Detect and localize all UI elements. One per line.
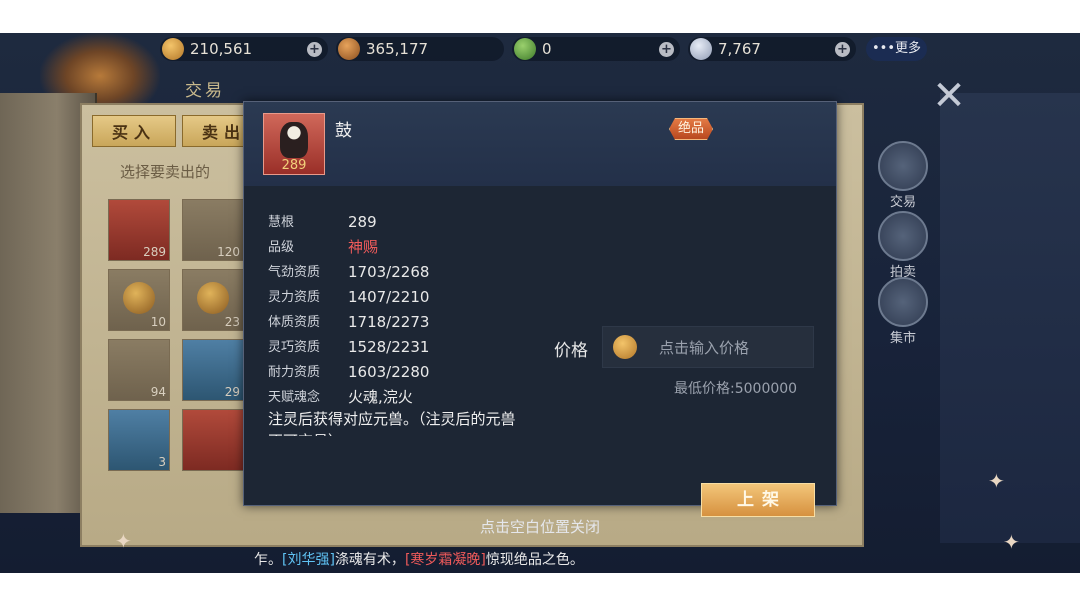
ticker-player-name[interactable]: [刘华强] — [282, 552, 335, 568]
attribute-row: 灵力资质 1407/2210 — [268, 285, 528, 310]
min-price-text: 最低价格:5000000 — [674, 381, 798, 397]
tab-buy[interactable]: 买入 — [92, 115, 176, 147]
attribute-row: 气劲资质 1703/2268 — [268, 260, 528, 285]
inventory-slot[interactable]: 120 — [182, 199, 244, 261]
resource-crystal: 7,767 + — [688, 37, 856, 61]
resource-value: 365,177 — [366, 40, 429, 58]
sell-hint: 选择要卖出的 — [120, 163, 211, 181]
more-button[interactable]: •••更多 — [866, 37, 928, 61]
trade-tabs: 买入 卖出 — [92, 115, 266, 147]
item-description: 注灵后获得对应元兽。（注灵后的元兽不可交易） — [268, 410, 516, 436]
resource-bag: 365,177 — [336, 37, 504, 61]
attribute-label: 品级 — [268, 240, 295, 255]
item-art — [123, 282, 155, 314]
inventory-slot[interactable]: 3 — [108, 409, 170, 471]
gold-ingot-icon — [613, 335, 637, 359]
resource-jade: 0 + — [512, 37, 680, 61]
slot-quantity: 94 — [150, 385, 166, 399]
ticker-message: 惊现绝品之色。 — [485, 552, 584, 568]
slot-quantity: 29 — [224, 385, 240, 399]
inventory-slot[interactable]: 23 — [182, 269, 244, 331]
inventory-slot[interactable]: 10 — [108, 269, 170, 331]
attribute-list: 慧根 289 品级 神赐 气劲资质 1703/2268 灵力资质 1407/2210 体… — [268, 210, 528, 410]
attribute-row: 体质资质 1718/2273 — [268, 310, 528, 335]
attribute-value: 神赐 — [348, 238, 379, 256]
side-button-market[interactable]: 集市 — [872, 277, 934, 346]
item-icon: 289 — [263, 113, 325, 175]
attribute-label: 气劲资质 — [268, 265, 321, 280]
attribute-value: 1603/2280 — [348, 363, 430, 381]
jade-token-icon — [514, 38, 536, 60]
attribute-value: 1703/2268 — [348, 263, 430, 281]
attribute-label: 慧根 — [268, 215, 295, 230]
add-icon[interactable]: + — [307, 41, 322, 57]
attribute-value: 1407/2210 — [348, 288, 430, 306]
slot-quantity: 289 — [143, 245, 166, 259]
add-icon[interactable]: + — [835, 41, 850, 57]
resource-value: 7,767 — [718, 40, 761, 58]
inventory-slot[interactable]: 29 — [182, 339, 244, 401]
attribute-label: 耐力资质 — [268, 365, 321, 380]
slot-quantity: 10 — [150, 315, 166, 329]
trade-title: 交易 — [185, 81, 225, 101]
add-icon[interactable]: + — [659, 41, 674, 57]
slot-quantity: 120 — [217, 245, 240, 259]
attribute-label: 灵巧资质 — [268, 340, 321, 355]
resource-value: 210,561 — [190, 40, 253, 58]
side-button-label: 交易 — [889, 195, 916, 210]
slot-quantity: 23 — [224, 315, 240, 329]
item-level: 289 — [281, 158, 307, 173]
attribute-label: 灵力资质 — [268, 290, 321, 305]
rarity-badge: 绝品 — [669, 118, 713, 140]
gavel-icon — [878, 211, 928, 261]
ticker-prefix: 乍。 — [254, 552, 282, 568]
crystal-icon — [690, 38, 712, 60]
attribute-row: 耐力资质 1603/2280 — [268, 360, 528, 385]
item-name: 鼓 — [335, 121, 352, 141]
news-ticker: 乍。[刘华强]涤魂有术，[寒岁霜凝晚]惊现绝品之色。 — [0, 547, 1080, 573]
attribute-value: 289 — [348, 213, 377, 231]
ticker-message: 涤魂有术， — [334, 552, 405, 568]
inventory-grid: 289 120 10 23 94 29 3 — [108, 199, 244, 471]
sell-item-dialog: 289 鼓 绝品 慧根 289 品级 神赐 气劲资质 1703/2268 灵力资质 14… — [243, 101, 837, 517]
slot-quantity: 3 — [158, 455, 166, 469]
list-item-button[interactable]: 上架 — [701, 483, 815, 517]
drum-icon — [280, 122, 308, 158]
hand-icon — [878, 277, 928, 327]
attribute-row: 天赋魂念 火魂,浣火 — [268, 385, 528, 410]
inventory-slot[interactable]: 289 — [108, 199, 170, 261]
side-button-trade[interactable]: 交易 — [872, 141, 934, 210]
dialog-header: 289 鼓 绝品 — [244, 102, 836, 186]
attribute-value: 1528/2231 — [348, 338, 430, 356]
inventory-slot[interactable] — [182, 409, 244, 471]
side-button-label: 集市 — [889, 331, 916, 346]
game-screen: 交易 买入 卖出 选择要卖出的 289 120 10 23 94 29 3 交易… — [0, 33, 1080, 573]
scale-icon — [878, 141, 928, 191]
ticker-player-name[interactable]: [寒岁霜凝晚] — [405, 552, 486, 568]
attribute-label: 天赋魂念 — [268, 390, 321, 405]
attribute-row: 灵巧资质 1528/2231 — [268, 335, 528, 360]
attribute-row: 品级 神赐 — [268, 235, 528, 260]
sparkle-icon: ✦ — [988, 469, 1005, 493]
resource-gold: 210,561 + — [160, 37, 328, 61]
close-hint[interactable]: 点击空白位置关闭 — [0, 516, 1080, 537]
attribute-value: 1718/2273 — [348, 313, 430, 331]
resource-value: 0 — [542, 40, 552, 58]
price-label: 价格 — [554, 341, 588, 361]
resource-bar: 210,561 + 365,177 0 + 7,767 + •••更多 — [160, 37, 930, 63]
background-right-panel — [940, 93, 1080, 543]
close-icon[interactable]: ✕ — [926, 73, 972, 119]
treasure-bag-icon — [338, 38, 360, 60]
ticker-text: 乍。[刘华强]涤魂有术，[寒岁霜凝晚]惊现绝品之色。 — [254, 547, 584, 573]
attribute-row: 慧根 289 — [268, 210, 528, 235]
side-button-auction[interactable]: 拍卖 — [872, 211, 934, 280]
attribute-value: 火魂,浣火 — [348, 388, 413, 406]
price-input[interactable] — [657, 335, 807, 361]
item-art — [197, 282, 229, 314]
price-field[interactable] — [602, 326, 814, 368]
attribute-label: 体质资质 — [268, 315, 321, 330]
inventory-slot[interactable]: 94 — [108, 339, 170, 401]
gold-ingot-icon — [162, 38, 184, 60]
